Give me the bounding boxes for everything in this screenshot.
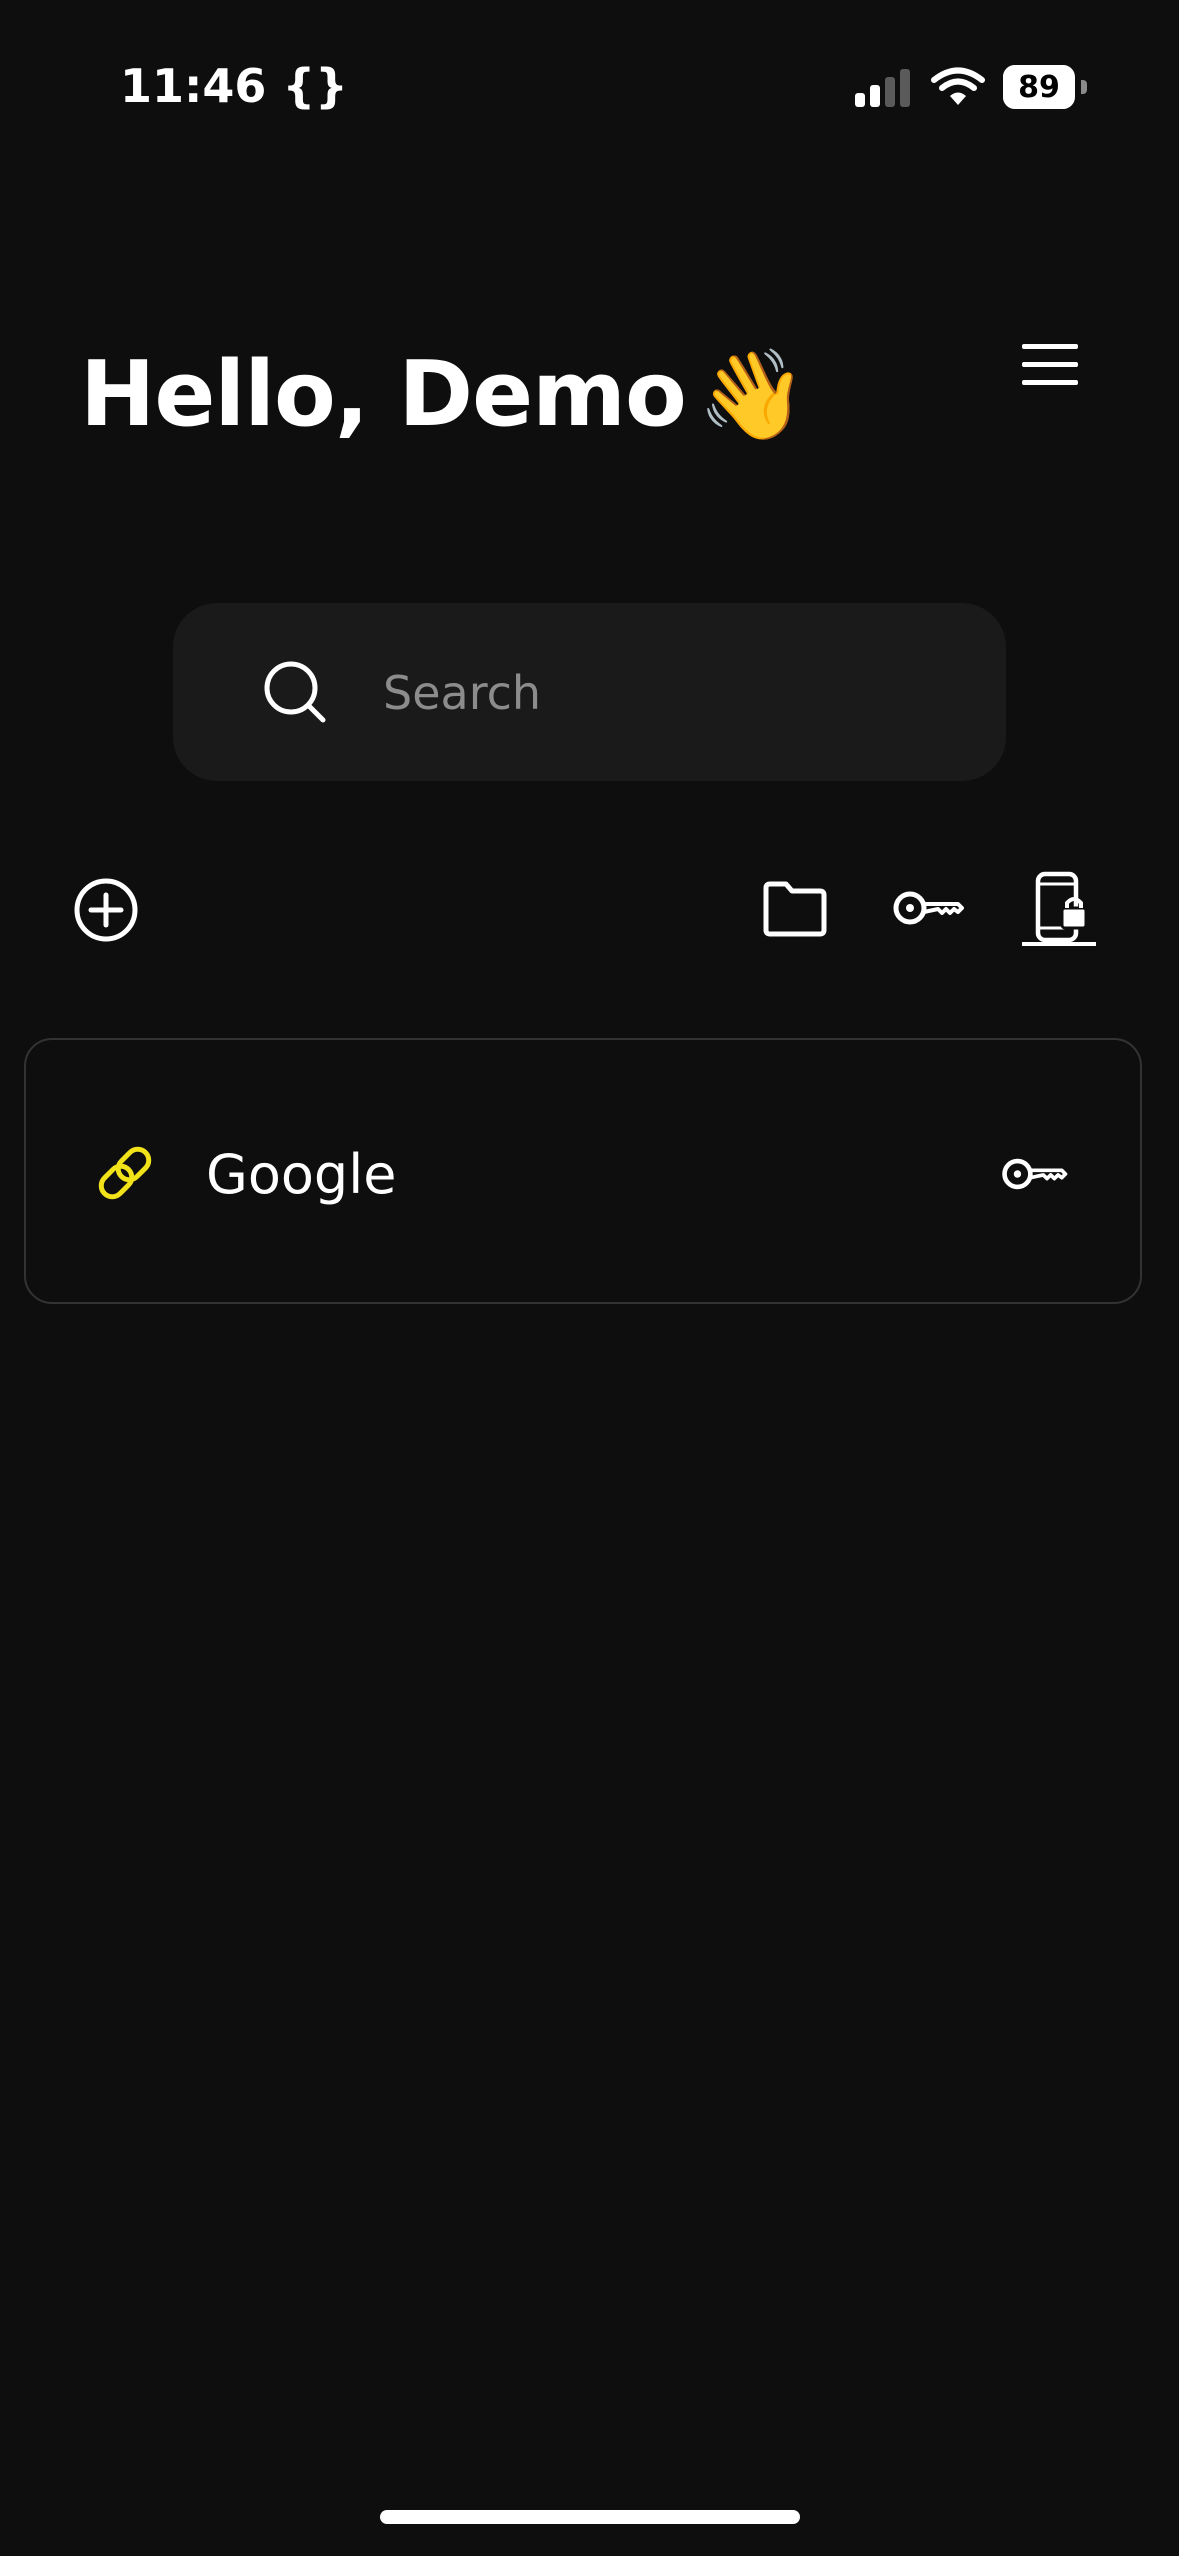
key-icon [893, 891, 964, 925]
greeting-text: Hello, Demo [80, 342, 687, 447]
active-filter-indicator [1022, 942, 1096, 946]
hamburger-menu-icon [1022, 344, 1078, 385]
status-time: 11:46 {} [120, 59, 348, 113]
device-filter-button[interactable] [1022, 870, 1096, 948]
list-item[interactable]: Google [24, 1038, 1142, 1304]
cellular-signal-icon [855, 69, 910, 107]
item-title: Google [206, 1143, 397, 1206]
link-icon [98, 1146, 152, 1200]
waving-hand-emoji: 👋 [697, 343, 808, 446]
folder-icon [763, 881, 827, 937]
menu-button[interactable] [1012, 336, 1088, 396]
password-filter-button[interactable] [892, 882, 966, 934]
wifi-icon [931, 67, 985, 105]
status-indicators: 89 [853, 60, 1087, 114]
battery-percentage: 89 [1018, 69, 1060, 105]
key-icon [1002, 1158, 1068, 1190]
search-bar[interactable] [173, 603, 1006, 781]
search-input[interactable] [381, 647, 945, 739]
folder-filter-button[interactable] [762, 878, 828, 938]
view-password-button[interactable] [998, 1150, 1072, 1198]
add-button[interactable] [72, 876, 140, 944]
phone-lock-icon [1035, 871, 1088, 943]
battery-icon: 89 [1003, 65, 1087, 109]
search-icon [264, 661, 326, 723]
home-indicator[interactable] [380, 2510, 800, 2524]
add-circle-icon [74, 878, 138, 942]
page-title: Hello, Demo 👋 [80, 330, 808, 460]
